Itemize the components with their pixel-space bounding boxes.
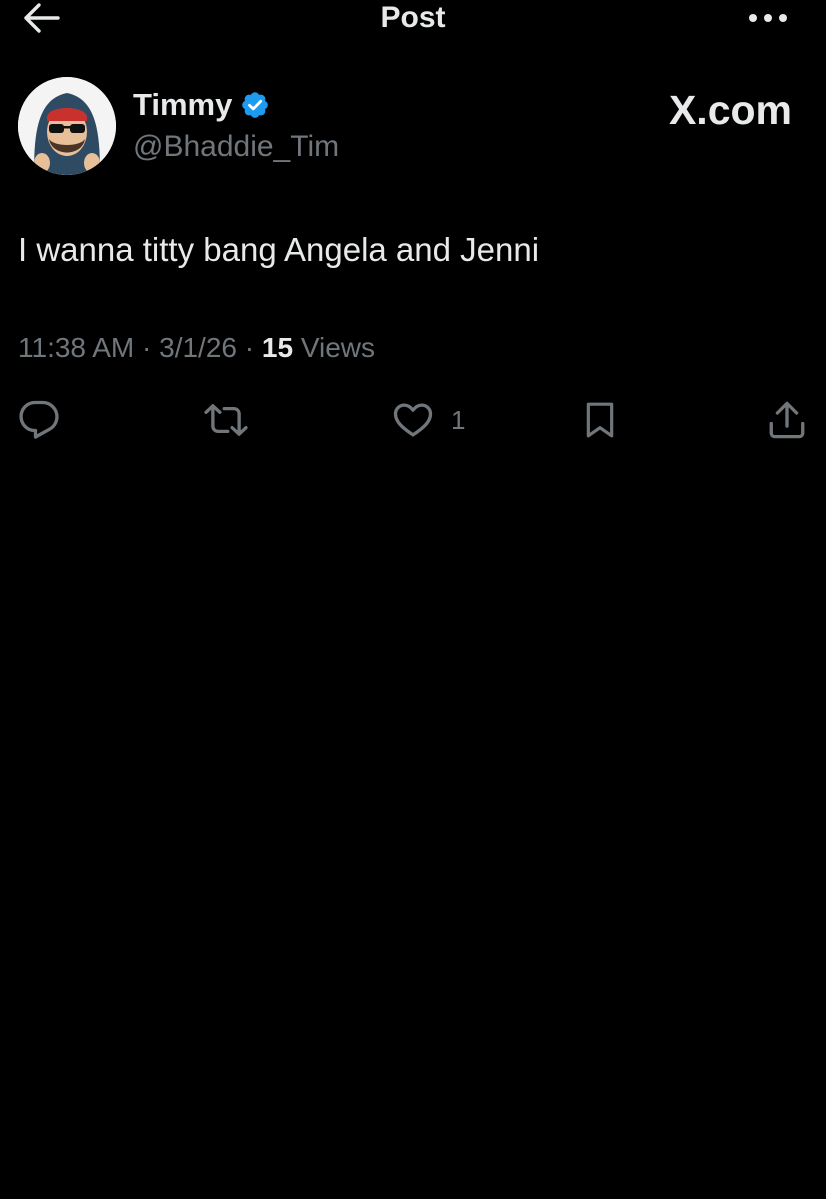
author-handle[interactable]: @Bhaddie_Tim [133,128,339,166]
bookmark-icon [586,402,614,438]
share-icon [769,401,805,439]
post-time: 11:38 AM [18,332,135,363]
heart-icon [393,403,433,437]
avatar[interactable] [18,77,116,175]
verified-badge-icon [242,92,269,118]
top-bar: Post [0,0,826,40]
repost-button[interactable] [204,398,248,442]
post-date: 3/1/26 [159,332,237,363]
avatar-illustration [18,77,116,175]
page-title: Post [380,1,446,34]
like-button[interactable]: 1 [391,398,465,442]
reply-button[interactable] [18,398,60,442]
x-com-watermark: X.com [668,87,792,133]
like-count: 1 [451,405,466,435]
share-button[interactable] [766,398,808,442]
repost-icon [204,404,248,436]
views-count: 15 [261,332,294,363]
more-options-button[interactable] [746,4,790,32]
meta-separator: · [142,332,152,363]
more-horizontal-icon [749,14,787,22]
reply-icon [19,400,59,439]
views-label: Views [300,332,375,363]
post-metadata: 11:38 AM · 3/1/26 · 15 Views [18,330,375,366]
author-display-name[interactable]: Timmy [133,86,270,124]
author-name-text: Timmy [133,87,233,122]
bookmark-button[interactable] [580,398,620,442]
meta-separator: · [244,332,255,363]
post-text: I wanna titty bang Angela and Jenni [18,231,540,268]
